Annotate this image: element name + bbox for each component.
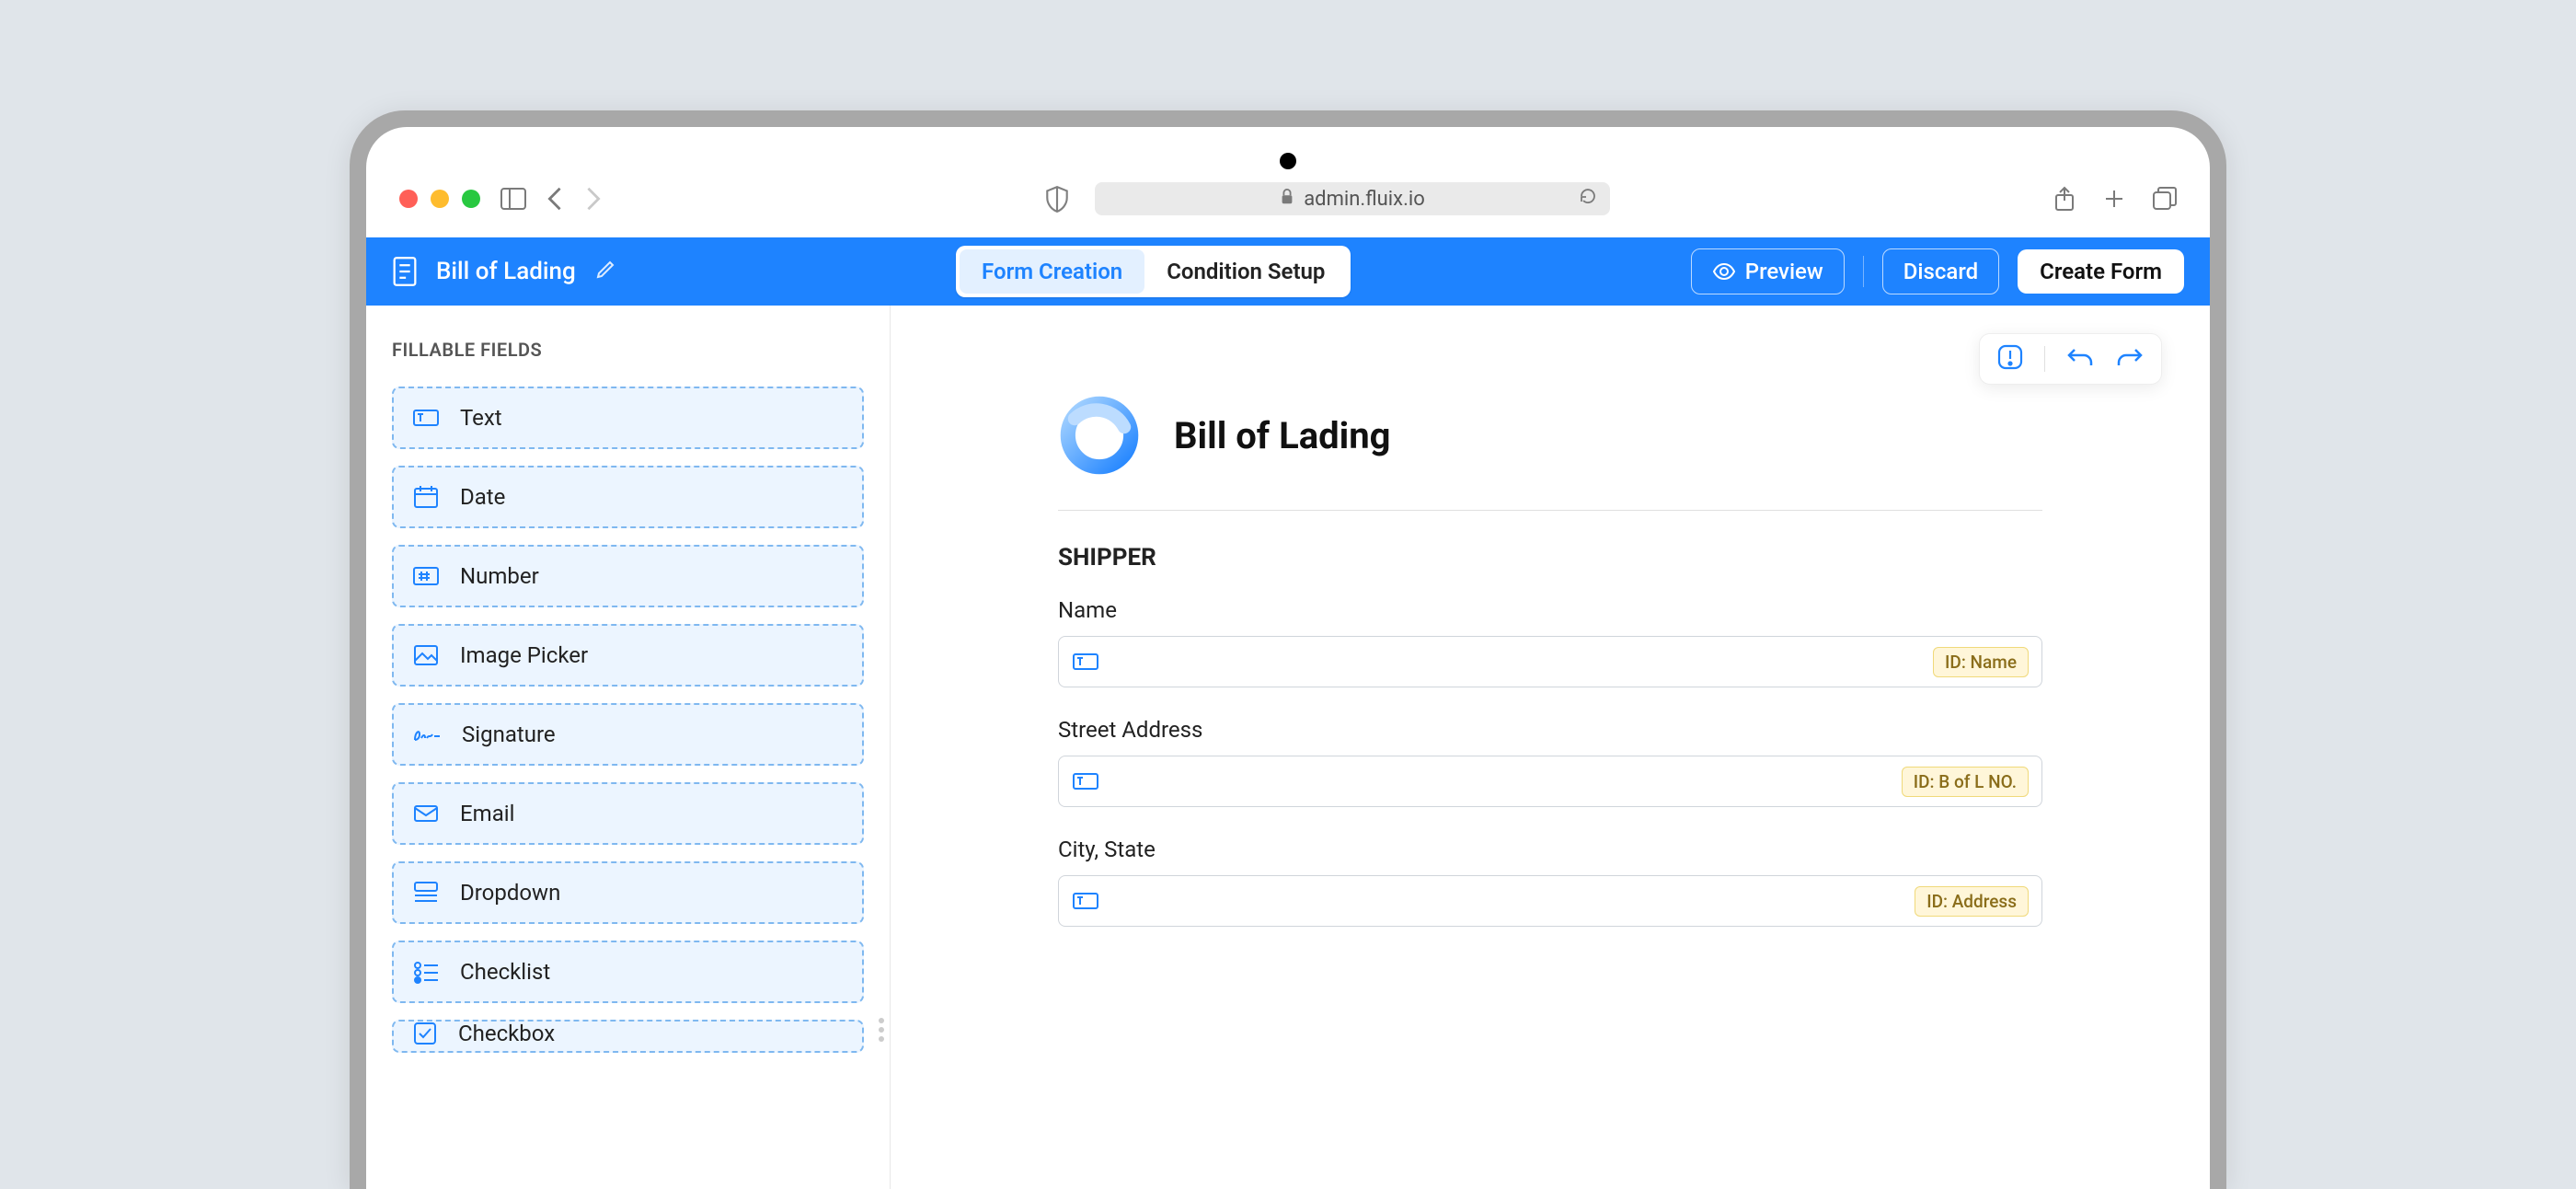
field-type-dropdown[interactable]: Dropdown xyxy=(392,861,864,924)
dropdown-icon xyxy=(412,880,440,906)
forward-button[interactable] xyxy=(585,186,602,212)
create-form-button[interactable]: Create Form xyxy=(2018,249,2184,294)
field-type-image-picker[interactable]: Image Picker xyxy=(392,624,864,687)
section-title: SHIPPER xyxy=(1058,544,2042,571)
document-title: Bill of Lading xyxy=(1174,414,1391,457)
field-type-checkbox[interactable]: Checkbox xyxy=(392,1020,864,1053)
image-icon xyxy=(412,643,440,667)
field-input-name[interactable]: ID: Name xyxy=(1058,636,2042,687)
redo-icon[interactable] xyxy=(2115,345,2145,373)
window-controls xyxy=(399,190,480,208)
field-label: City, State xyxy=(1058,837,2042,862)
close-window-button[interactable] xyxy=(399,190,418,208)
sidebar-title: FILLABLE FIELDS xyxy=(392,339,864,361)
field-type-signature[interactable]: Signature xyxy=(392,703,864,766)
document-icon xyxy=(392,256,418,287)
form-document: Bill of Lading SHIPPER Name ID: Name xyxy=(1058,394,2042,927)
canvas-toolbar xyxy=(1979,333,2162,385)
field-type-email[interactable]: Email xyxy=(392,782,864,845)
form-field-city: City, State ID: Address xyxy=(1058,837,2042,927)
field-input-street[interactable]: ID: B of L NO. xyxy=(1058,756,2042,807)
sidebar: FILLABLE FIELDS Text Date Number Image P… xyxy=(366,306,891,1189)
sidebar-toggle-icon[interactable] xyxy=(500,188,526,210)
form-field-street: Street Address ID: B of L NO. xyxy=(1058,717,2042,807)
app-body: FILLABLE FIELDS Text Date Number Image P… xyxy=(366,306,2210,1189)
field-type-checklist[interactable]: Checklist xyxy=(392,941,864,1003)
privacy-shield-icon[interactable] xyxy=(1045,185,1069,213)
edit-title-icon[interactable] xyxy=(594,259,616,284)
undo-icon[interactable] xyxy=(2065,345,2095,373)
divider xyxy=(2044,346,2045,372)
calendar-icon xyxy=(412,484,440,510)
lock-icon xyxy=(1280,188,1294,211)
mode-tabs: Form Creation Condition Setup xyxy=(956,246,1351,297)
checklist-icon xyxy=(412,960,440,984)
text-icon xyxy=(1072,651,1099,673)
url-text: admin.fluix.io xyxy=(1304,188,1425,211)
app-header: Bill of Lading Form Creation Condition S… xyxy=(366,237,2210,306)
field-type-number[interactable]: Number xyxy=(392,545,864,607)
text-icon xyxy=(1072,890,1099,912)
email-icon xyxy=(412,802,440,825)
back-button[interactable] xyxy=(546,186,563,212)
tablet-frame: admin.fluix.io xyxy=(350,110,2226,1189)
field-type-text[interactable]: Text xyxy=(392,387,864,449)
divider xyxy=(1863,256,1864,287)
form-field-name: Name ID: Name xyxy=(1058,597,2042,687)
field-id-badge: ID: Address xyxy=(1915,886,2029,917)
info-icon[interactable] xyxy=(1996,343,2024,375)
browser-chrome: admin.fluix.io xyxy=(366,127,2210,237)
signature-icon xyxy=(412,723,442,745)
eye-icon xyxy=(1712,262,1736,281)
preview-button[interactable]: Preview xyxy=(1691,248,1845,294)
share-icon[interactable] xyxy=(2053,186,2076,212)
field-id-badge: ID: Name xyxy=(1933,647,2029,677)
maximize-window-button[interactable] xyxy=(462,190,480,208)
drag-handle-icon[interactable] xyxy=(879,1018,884,1042)
form-canvas: Bill of Lading SHIPPER Name ID: Name xyxy=(891,306,2210,1189)
tab-form-creation[interactable]: Form Creation xyxy=(960,249,1144,294)
field-input-city[interactable]: ID: Address xyxy=(1058,875,2042,927)
text-icon xyxy=(412,406,440,430)
field-label: Name xyxy=(1058,597,2042,623)
refresh-icon[interactable] xyxy=(1579,187,1597,211)
discard-button[interactable]: Discard xyxy=(1882,248,1999,294)
form-title: Bill of Lading xyxy=(436,258,576,285)
tab-condition-setup[interactable]: Condition Setup xyxy=(1144,249,1347,294)
field-id-badge: ID: B of L NO. xyxy=(1902,767,2029,797)
text-icon xyxy=(1072,770,1099,792)
new-tab-icon[interactable] xyxy=(2103,188,2125,210)
minimize-window-button[interactable] xyxy=(431,190,449,208)
camera-dot xyxy=(1280,153,1296,169)
tablet-screen: admin.fluix.io xyxy=(366,127,2210,1189)
address-bar[interactable]: admin.fluix.io xyxy=(1095,182,1610,215)
field-label: Street Address xyxy=(1058,717,2042,743)
document-header: Bill of Lading xyxy=(1058,394,2042,511)
field-type-date[interactable]: Date xyxy=(392,466,864,528)
company-logo xyxy=(1058,394,1141,477)
tabs-icon[interactable] xyxy=(2153,187,2177,211)
checkbox-icon xyxy=(412,1021,438,1046)
number-icon xyxy=(412,564,440,588)
